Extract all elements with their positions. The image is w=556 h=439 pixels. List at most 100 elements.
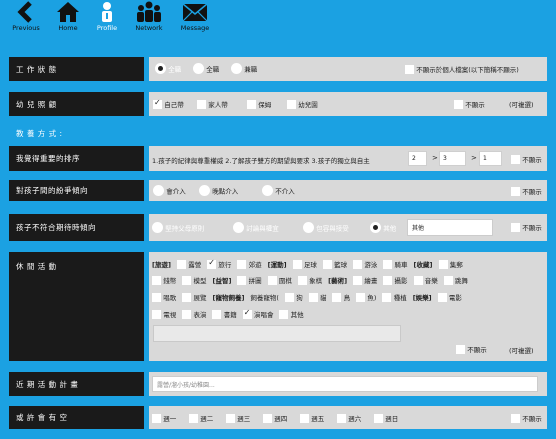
hide-option[interactable]: 不顯示 bbox=[511, 186, 542, 196]
checkbox[interactable] bbox=[332, 292, 342, 302]
checkbox[interactable] bbox=[152, 292, 161, 302]
leisure-option[interactable]: 表演 bbox=[182, 309, 206, 319]
radio-button[interactable] bbox=[303, 222, 314, 233]
childcare-option[interactable]: 自己帶 bbox=[153, 98, 184, 109]
leisure-option[interactable]: 電影 bbox=[437, 292, 462, 302]
leisure-option[interactable]: 演唱會 bbox=[242, 308, 273, 319]
checkbox[interactable] bbox=[443, 275, 453, 285]
leisure-other-textarea[interactable] bbox=[153, 325, 401, 342]
checkbox[interactable] bbox=[353, 275, 363, 285]
childcare-option[interactable]: 幼兒園 bbox=[287, 99, 318, 109]
checkbox[interactable] bbox=[152, 275, 161, 285]
radio-button[interactable] bbox=[155, 63, 166, 74]
priority-input-3[interactable]: 1 bbox=[479, 151, 502, 166]
checkbox[interactable] bbox=[267, 275, 277, 285]
unmet-other-input[interactable]: 其他 bbox=[407, 219, 493, 236]
hide-checkbox[interactable] bbox=[511, 222, 520, 232]
nav-network-button[interactable]: Network bbox=[129, 1, 169, 36]
leisure-option[interactable]: 音樂 bbox=[413, 275, 438, 285]
dispute-option[interactable]: 不介入 bbox=[262, 185, 295, 196]
hide-option[interactable]: 不顯示於個人檔案(以下簡稱不顯示) bbox=[405, 64, 519, 74]
hide-option[interactable]: 不顯示 bbox=[456, 344, 487, 354]
checkbox[interactable] bbox=[413, 275, 423, 285]
checkbox[interactable] bbox=[279, 309, 289, 319]
checkbox[interactable] bbox=[322, 259, 332, 269]
leisure-option[interactable]: 足球 bbox=[292, 259, 317, 269]
leisure-option[interactable]: 籃球 bbox=[322, 259, 347, 269]
leisure-option[interactable]: 鳥 bbox=[332, 292, 350, 302]
checkbox[interactable] bbox=[284, 292, 294, 302]
hide-checkbox[interactable] bbox=[456, 344, 465, 354]
day-option[interactable]: 週四 bbox=[263, 413, 287, 423]
leisure-option[interactable]: 魚) bbox=[356, 292, 376, 302]
leisure-option[interactable]: 集郵 bbox=[438, 259, 463, 269]
day-option[interactable]: 週一 bbox=[152, 413, 176, 423]
work-status-option-1[interactable]: 全職 bbox=[193, 63, 219, 74]
radio-button[interactable] bbox=[231, 63, 242, 74]
leisure-option[interactable]: 錢幣 bbox=[152, 275, 176, 285]
hide-option[interactable]: 不顯示 bbox=[511, 154, 542, 164]
childcare-option[interactable]: 家人帶 bbox=[197, 99, 228, 109]
dispute-option[interactable]: 晚點介入 bbox=[199, 185, 238, 196]
leisure-option[interactable]: 貓 bbox=[308, 292, 326, 302]
leisure-option[interactable]: 種植 bbox=[382, 292, 407, 302]
checkbox[interactable] bbox=[382, 292, 392, 302]
nav-home-button[interactable]: Home bbox=[48, 1, 88, 36]
checkbox[interactable] bbox=[292, 259, 302, 269]
nav-previous-button[interactable]: Previous bbox=[6, 1, 46, 36]
checkbox[interactable] bbox=[383, 259, 393, 269]
day-option[interactable]: 週日 bbox=[374, 413, 398, 423]
checkbox[interactable] bbox=[356, 292, 366, 302]
unmet-option[interactable]: 堅持父母原則 bbox=[152, 222, 204, 233]
checkbox[interactable] bbox=[353, 259, 363, 269]
leisure-option[interactable]: 繪畫 bbox=[353, 275, 377, 285]
radio-button[interactable] bbox=[233, 222, 244, 233]
checkbox[interactable] bbox=[242, 308, 252, 319]
leisure-option[interactable]: 飼養寵物( bbox=[250, 292, 279, 302]
radio-button[interactable] bbox=[152, 222, 163, 233]
hide-checkbox[interactable] bbox=[405, 64, 414, 74]
leisure-option[interactable]: 唱歌 bbox=[152, 292, 176, 302]
checkbox[interactable] bbox=[300, 413, 309, 423]
checkbox[interactable] bbox=[308, 292, 318, 302]
day-option[interactable]: 週二 bbox=[189, 413, 213, 423]
unmet-option[interactable]: 包容與接受 bbox=[303, 222, 349, 233]
nav-profile-button[interactable]: Profile bbox=[87, 1, 127, 36]
checkbox[interactable] bbox=[287, 99, 296, 109]
day-option[interactable]: 週五 bbox=[300, 413, 324, 423]
checkbox[interactable] bbox=[197, 99, 206, 109]
priority-input-1[interactable]: 2 bbox=[408, 151, 427, 166]
leisure-option[interactable]: 圍棋 bbox=[267, 275, 292, 285]
checkbox[interactable] bbox=[226, 413, 235, 423]
hide-checkbox[interactable] bbox=[511, 413, 520, 423]
work-status-option-2[interactable]: 兼職 bbox=[231, 63, 257, 74]
radio-button[interactable] bbox=[193, 63, 204, 74]
leisure-option[interactable]: 展覽 bbox=[182, 292, 206, 302]
radio-button[interactable] bbox=[262, 185, 273, 196]
leisure-option[interactable]: 狗 bbox=[284, 292, 303, 302]
leisure-option[interactable]: 騎車 bbox=[383, 259, 408, 269]
checkbox[interactable] bbox=[237, 259, 247, 269]
checkbox[interactable] bbox=[297, 275, 307, 285]
hide-checkbox[interactable] bbox=[454, 99, 463, 109]
checkbox[interactable] bbox=[152, 309, 161, 319]
hide-option[interactable]: 不顯示 bbox=[454, 99, 485, 109]
checkbox[interactable] bbox=[237, 275, 247, 285]
checkbox[interactable] bbox=[212, 309, 222, 319]
leisure-option[interactable]: 露營 bbox=[176, 259, 201, 269]
leisure-option[interactable]: 其他 bbox=[279, 309, 304, 319]
checkbox[interactable] bbox=[207, 258, 217, 269]
leisure-option[interactable]: 游泳 bbox=[353, 259, 377, 269]
unmet-option[interactable]: 其他 bbox=[370, 222, 396, 233]
childcare-option[interactable]: 保姆 bbox=[247, 99, 271, 109]
leisure-option[interactable]: 電視 bbox=[152, 309, 176, 319]
leisure-option[interactable]: 旅行 bbox=[207, 258, 231, 269]
hide-checkbox[interactable] bbox=[511, 154, 520, 164]
checkbox[interactable] bbox=[182, 309, 192, 319]
leisure-option[interactable]: 象棋 bbox=[297, 275, 322, 285]
radio-button[interactable] bbox=[153, 185, 164, 196]
checkbox[interactable] bbox=[247, 99, 256, 109]
leisure-option[interactable]: 書籍 bbox=[212, 309, 237, 319]
checkbox[interactable] bbox=[182, 292, 192, 302]
checkbox[interactable] bbox=[383, 275, 393, 285]
